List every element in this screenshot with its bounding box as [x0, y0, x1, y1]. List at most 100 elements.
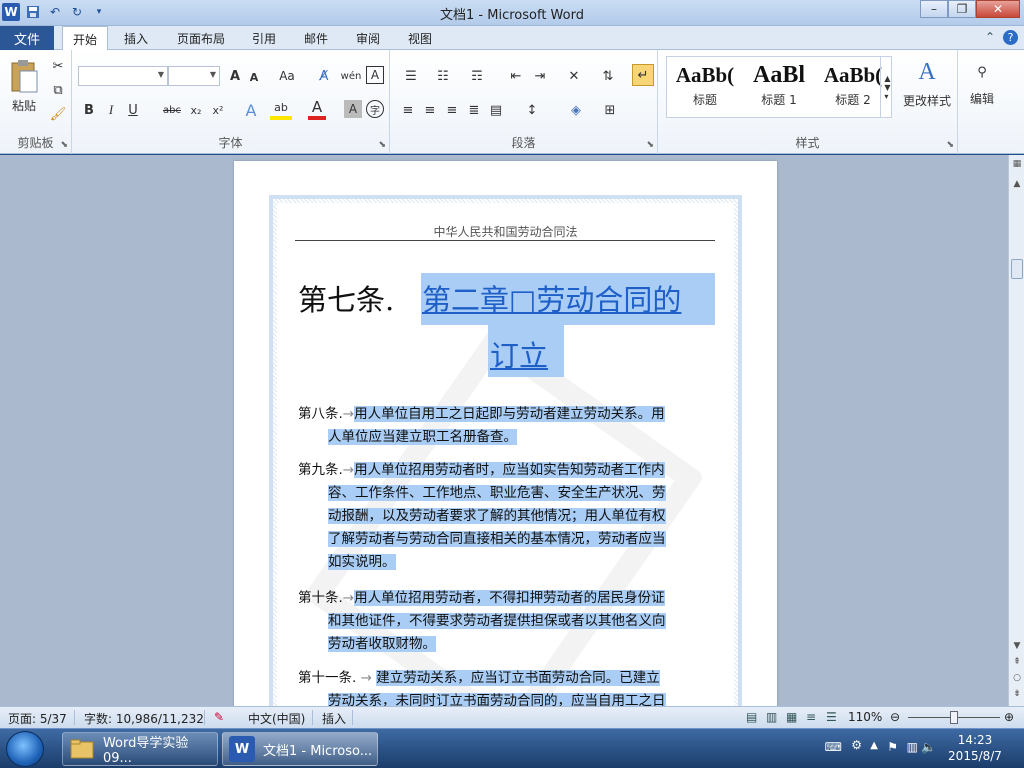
- chapter-title-line2[interactable]: 订立: [490, 333, 548, 375]
- tab-view[interactable]: 视图: [400, 26, 440, 50]
- tab-references[interactable]: 引用: [244, 26, 284, 50]
- change-case-button[interactable]: Aa: [274, 66, 300, 86]
- maximize-button[interactable]: ❐: [948, 0, 976, 18]
- tab-home[interactable]: 开始: [62, 26, 108, 51]
- shrink-font-button[interactable]: A: [246, 68, 262, 86]
- tab-file[interactable]: 文件: [0, 26, 54, 50]
- close-button[interactable]: ✕: [976, 0, 1020, 18]
- paste-icon[interactable]: [6, 56, 42, 96]
- format-painter-icon[interactable]: 🖌: [50, 106, 67, 122]
- sort-icon[interactable]: ⇅: [598, 66, 618, 86]
- start-button[interactable]: [6, 731, 44, 767]
- minimize-ribbon-icon[interactable]: ⌃: [985, 30, 995, 45]
- document-page[interactable]: 中华人民共和国劳动合同法 第七条. 第二章□劳动合同的 订立 第八条.→用人单位…: [234, 161, 777, 706]
- scroll-up-icon[interactable]: ▲: [1009, 179, 1024, 193]
- outline-view-icon[interactable]: ≡: [806, 710, 816, 724]
- page-header[interactable]: 中华人民共和国劳动合同法: [234, 223, 777, 240]
- paragraph-launcher-icon[interactable]: ⬊: [646, 140, 654, 150]
- network-icon[interactable]: ▥: [907, 740, 918, 754]
- enclose-char-button[interactable]: 字: [366, 100, 384, 118]
- cut-icon[interactable]: ✂: [50, 58, 66, 74]
- font-color-button[interactable]: A: [308, 98, 326, 120]
- superscript-button[interactable]: x²: [208, 100, 228, 120]
- increase-indent-icon[interactable]: ⇥: [530, 66, 550, 86]
- ruler-toggle-icon[interactable]: ▦: [1009, 159, 1024, 173]
- decrease-indent-icon[interactable]: ⇤: [506, 66, 526, 86]
- word-count[interactable]: 字数: 10,986/11,232: [84, 710, 204, 727]
- font-size-combo[interactable]: ▼: [168, 66, 220, 86]
- tab-page-layout[interactable]: 页面布局: [168, 26, 234, 50]
- insert-mode[interactable]: 插入: [322, 710, 346, 727]
- numbering-icon[interactable]: ☷: [430, 66, 456, 86]
- action-center-icon[interactable]: ⚑: [887, 740, 898, 754]
- chapter-title-line1[interactable]: 第二章□劳动合同的: [422, 277, 681, 319]
- subscript-button[interactable]: x₂: [186, 100, 206, 120]
- taskbar-folder-item[interactable]: Word导学实验09...: [62, 732, 218, 766]
- tab-mailings[interactable]: 邮件: [296, 26, 336, 50]
- copy-icon[interactable]: ⧉: [50, 82, 66, 98]
- grow-font-button[interactable]: A: [226, 66, 244, 86]
- bullets-icon[interactable]: ☰: [398, 66, 424, 86]
- browse-object-icon[interactable]: ○: [1009, 673, 1024, 687]
- scroll-down-icon[interactable]: ▼: [1009, 641, 1024, 655]
- minimize-button[interactable]: –: [920, 0, 948, 18]
- article-11[interactable]: 第十一条. → 建立劳动关系，应当订立书面劳动合同。已建立 劳动关系，未同时订立…: [298, 667, 718, 706]
- keyboard-icon[interactable]: ⌨: [825, 740, 842, 754]
- strikethrough-button[interactable]: abc: [160, 100, 184, 120]
- multilevel-list-icon[interactable]: ☶: [464, 66, 490, 86]
- phonetic-guide-button[interactable]: wén: [340, 66, 362, 86]
- clipboard-launcher-icon[interactable]: ⬊: [60, 140, 68, 150]
- tab-insert[interactable]: 插入: [116, 26, 156, 50]
- borders-icon[interactable]: ⊞: [598, 100, 622, 120]
- style-heading-1[interactable]: AaBl 标题 1: [743, 59, 815, 115]
- bold-button[interactable]: B: [80, 100, 98, 120]
- style-gallery-scroll[interactable]: ▲ ▼ ▾: [880, 56, 894, 118]
- underline-button[interactable]: U: [124, 100, 142, 120]
- language-indicator[interactable]: 中文(中国): [248, 710, 305, 727]
- taskbar-word-item[interactable]: W 文档1 - Microso...: [222, 732, 378, 766]
- zoom-level[interactable]: 110%: [848, 710, 882, 724]
- align-right-icon[interactable]: ≡: [442, 100, 462, 120]
- justify-icon[interactable]: ≣: [464, 100, 484, 120]
- print-layout-view-icon[interactable]: ▤: [746, 710, 757, 724]
- char-shading-button[interactable]: A: [344, 100, 362, 118]
- align-left-icon[interactable]: ≡: [398, 100, 418, 120]
- edit-button[interactable]: 编辑: [962, 90, 1002, 106]
- clock[interactable]: 14:23 2015/8/7: [940, 732, 1010, 764]
- scroll-thumb[interactable]: [1011, 259, 1023, 279]
- zoom-out-icon[interactable]: ⊖: [890, 710, 900, 724]
- shading-icon[interactable]: ◈: [564, 100, 588, 120]
- style-heading-2[interactable]: AaBb( 标题 2: [817, 59, 889, 115]
- previous-page-icon[interactable]: ⇞: [1009, 657, 1024, 671]
- highlight-button[interactable]: ab: [270, 98, 292, 120]
- input-method-icon[interactable]: ⚙: [851, 738, 862, 752]
- proofing-icon[interactable]: ✎: [214, 710, 224, 724]
- line-spacing-icon[interactable]: ↕: [520, 100, 544, 120]
- vertical-scrollbar[interactable]: ▦ ▲ ▼ ⇞ ○ ⇟: [1008, 155, 1024, 706]
- zoom-in-icon[interactable]: ⊕: [1004, 710, 1014, 724]
- article-8[interactable]: 第八条.→用人单位自用工之日起即与劳动者建立劳动关系。用 人单位应当建立职工名册…: [298, 403, 718, 449]
- volume-icon[interactable]: 🔈: [921, 740, 936, 754]
- show-marks-icon[interactable]: ↵: [632, 64, 654, 86]
- paste-button[interactable]: 粘贴: [4, 96, 44, 114]
- font-name-combo[interactable]: ▼: [78, 66, 168, 86]
- full-screen-view-icon[interactable]: ▥: [766, 710, 777, 724]
- binoculars-icon[interactable]: ⚲: [968, 58, 996, 86]
- styles-launcher-icon[interactable]: ⬊: [946, 140, 954, 150]
- align-center-icon[interactable]: ≡: [420, 100, 440, 120]
- page-indicator[interactable]: 页面: 5/37: [8, 710, 67, 727]
- show-hidden-icons[interactable]: ▲: [870, 740, 878, 751]
- next-page-icon[interactable]: ⇟: [1009, 689, 1024, 703]
- help-icon[interactable]: ?: [1003, 30, 1018, 45]
- clear-format-icon[interactable]: A̸: [314, 66, 334, 86]
- char-border-button[interactable]: A: [366, 66, 384, 84]
- change-styles-icon[interactable]: A: [902, 58, 952, 86]
- draft-view-icon[interactable]: ☰: [826, 710, 837, 724]
- italic-button[interactable]: I: [102, 100, 120, 120]
- style-title[interactable]: AaBb( 标题: [669, 59, 741, 115]
- article-9[interactable]: 第九条.→用人单位招用劳动者时，应当如实告知劳动者工作内 容、工作条件、工作地点…: [298, 459, 718, 574]
- chinese-layout-icon[interactable]: ✕: [562, 66, 586, 86]
- web-layout-view-icon[interactable]: ▦: [786, 710, 797, 724]
- text-effects-button[interactable]: A: [242, 100, 260, 120]
- tab-review[interactable]: 审阅: [348, 26, 388, 50]
